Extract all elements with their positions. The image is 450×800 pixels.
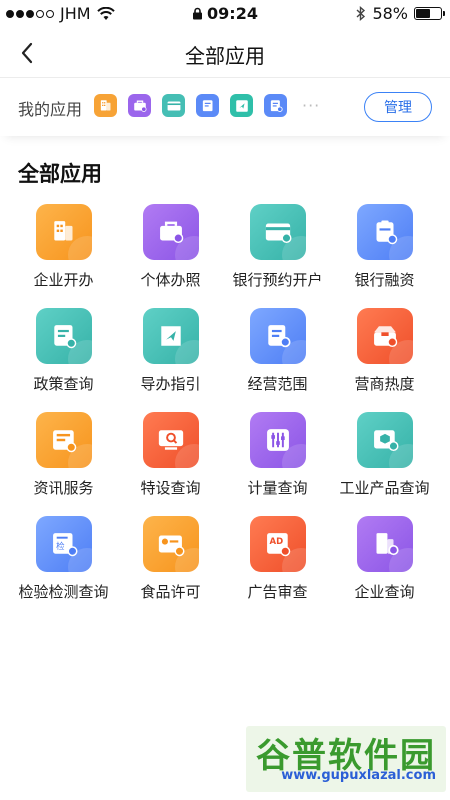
- document-search-icon: [249, 308, 306, 364]
- app-label: 经营范围: [247, 375, 308, 393]
- app-label: 计量查询: [247, 479, 308, 497]
- sliders-icon: [249, 412, 306, 468]
- my-app-card-icon[interactable]: [162, 94, 185, 117]
- app-item[interactable]: 导办指引: [117, 308, 224, 396]
- my-app-building-icon[interactable]: [94, 94, 117, 117]
- building-icon: [35, 204, 92, 260]
- news-icon: [35, 412, 92, 468]
- my-apps-icons: ···: [94, 94, 320, 117]
- app-label: 营商热度: [354, 375, 415, 393]
- app-label: 政策查询: [33, 375, 94, 393]
- guide-book-icon: [142, 308, 199, 364]
- app-label: 特设查询: [140, 479, 201, 497]
- more-icon: ···: [302, 96, 321, 115]
- certificate-icon: [35, 308, 92, 364]
- app-label: 银行预约开户: [232, 271, 323, 289]
- my-apps-bar: 我的应用 ··· 管理: [0, 78, 450, 136]
- app-label: 企业开办: [33, 271, 94, 289]
- building-search-icon: [356, 516, 413, 572]
- app-item[interactable]: 银行预约开户: [224, 204, 331, 292]
- my-app-guide-icon[interactable]: [230, 94, 253, 117]
- app-item[interactable]: 特设查询: [117, 412, 224, 500]
- manage-button[interactable]: 管理: [364, 92, 432, 122]
- app-label: 个体办照: [140, 271, 201, 289]
- app-label: 广告审查: [247, 583, 308, 601]
- watermark: 谷普软件园 www.gupuxlazal.com: [246, 726, 446, 792]
- my-apps-label: 我的应用: [18, 100, 83, 119]
- app-item[interactable]: 经营范围: [224, 308, 331, 396]
- section-title: 全部应用: [18, 162, 102, 186]
- app-label: 银行融资: [354, 271, 415, 289]
- product-search-icon: [356, 412, 413, 468]
- battery-percent: 58%: [372, 4, 408, 23]
- lock-icon: [193, 7, 203, 20]
- food-license-icon: [142, 516, 199, 572]
- svg-text:AD: AD: [269, 537, 283, 547]
- app-item[interactable]: 检检验检测查询: [10, 516, 117, 604]
- battery-icon: [414, 7, 445, 20]
- app-item[interactable]: AD 广告审查: [224, 516, 331, 604]
- app-item[interactable]: 营商热度: [331, 308, 438, 396]
- app-item[interactable]: 食品许可: [117, 516, 224, 604]
- nav-bar: 全部应用: [0, 28, 450, 78]
- app-label: 工业产品查询: [339, 479, 430, 497]
- my-app-document-search-icon[interactable]: [264, 94, 287, 117]
- app-label: 企业查询: [354, 583, 415, 601]
- monitor-search-icon: [142, 412, 199, 468]
- briefcase-icon: [142, 204, 199, 260]
- inspection-icon: 检: [35, 516, 92, 572]
- app-item[interactable]: 资讯服务: [10, 412, 117, 500]
- bank-card-icon: [249, 204, 306, 260]
- page-title: 全部应用: [185, 44, 265, 68]
- app-label: 资讯服务: [33, 479, 94, 497]
- ad-review-icon: AD: [249, 516, 306, 572]
- app-item[interactable]: 个体办照: [117, 204, 224, 292]
- app-label: 食品许可: [140, 583, 201, 601]
- box-fire-icon: [356, 308, 413, 364]
- app-label: 导办指引: [140, 375, 201, 393]
- my-app-document-icon[interactable]: [196, 94, 219, 117]
- watermark-url: www.gupuxlazal.com: [281, 768, 436, 783]
- time: 09:24: [207, 4, 258, 23]
- app-item[interactable]: 银行融资: [331, 204, 438, 292]
- app-item[interactable]: 企业查询: [331, 516, 438, 604]
- bluetooth-icon: [356, 6, 366, 21]
- svg-text:检: 检: [56, 541, 65, 552]
- battery-area: 58%: [356, 4, 445, 23]
- app-item[interactable]: 计量查询: [224, 412, 331, 500]
- app-item[interactable]: 工业产品查询: [331, 412, 438, 500]
- app-item[interactable]: 政策查询: [10, 308, 117, 396]
- clipboard-yen-icon: [356, 204, 413, 260]
- app-item[interactable]: 企业开办: [10, 204, 117, 292]
- app-label: 检验检测查询: [18, 583, 109, 601]
- status-bar: JHM 09:24 58%: [0, 0, 450, 28]
- app-grid: 企业开办 个体办照 银行预约开户 银行融资政策查询 导办指引 经营范围 营商热度资讯服务 特设…: [0, 204, 450, 604]
- my-app-briefcase-icon[interactable]: [128, 94, 151, 117]
